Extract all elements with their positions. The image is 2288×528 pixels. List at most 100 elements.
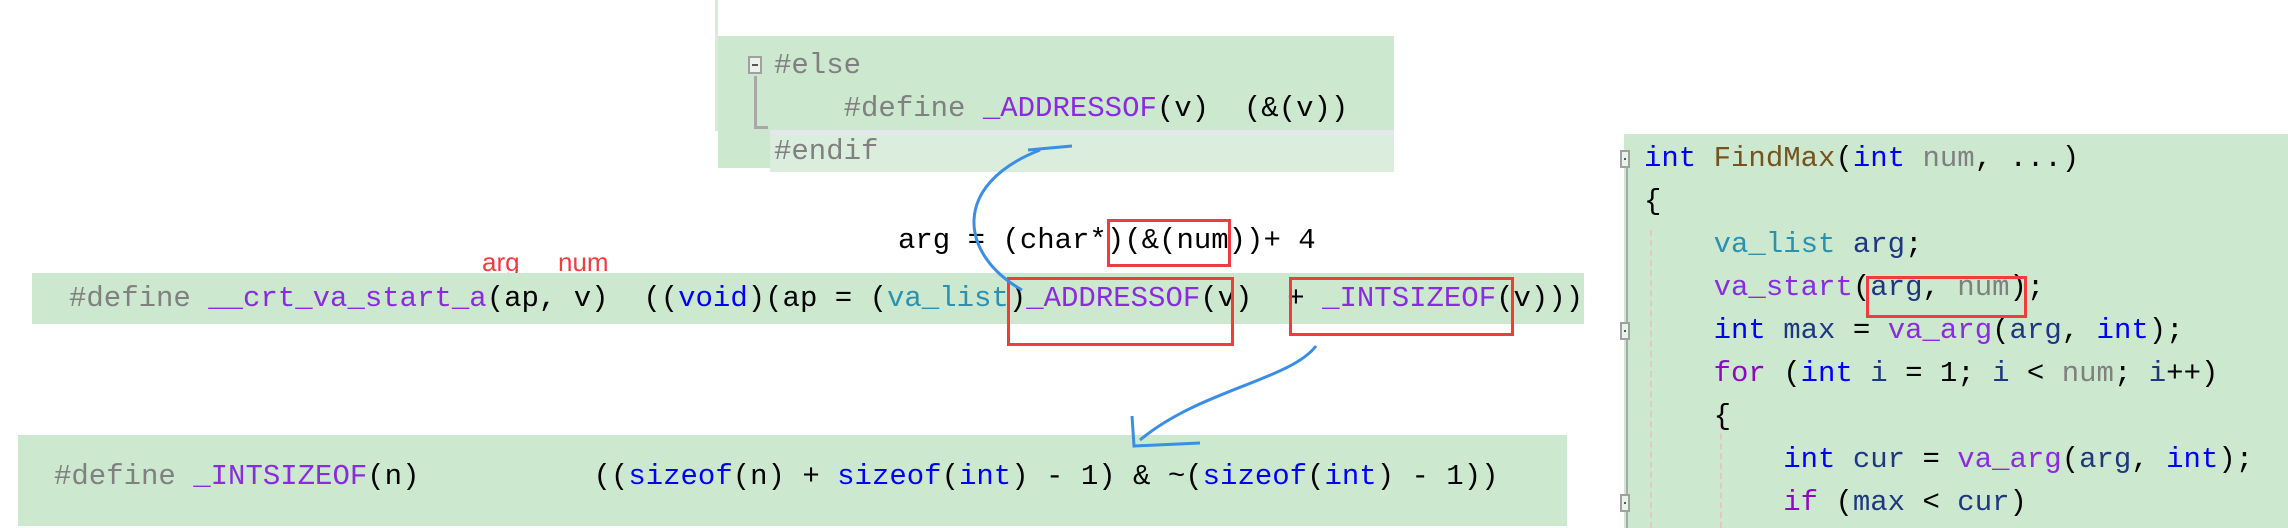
- addressof-result-box: [1107, 219, 1231, 267]
- code-token-var: i: [2148, 357, 2167, 390]
- code-token-kw: int: [1852, 142, 1906, 175]
- code-token-kw: int: [2096, 314, 2149, 347]
- code-line: int cur = va_arg(arg, int);: [1644, 438, 2253, 481]
- code-token-kw: sizeof: [628, 460, 733, 493]
- code-token-plain: ,: [2061, 314, 2097, 347]
- code-token-var: i: [1992, 357, 2010, 390]
- code-token-plain: <: [2009, 357, 2062, 390]
- code-token-plain: {: [1644, 185, 1662, 218]
- code-token-plain: (: [2061, 443, 2080, 476]
- code-token-plain: ) - 1) & ~(: [1011, 460, 1203, 493]
- code-token-plain: ;: [2113, 357, 2149, 390]
- code-token-kw: int: [1783, 443, 1836, 476]
- code-token-var: arg: [2079, 443, 2132, 476]
- code-token-plain: );: [2148, 314, 2184, 347]
- code-token-kw: void: [678, 282, 748, 315]
- code-line: #endif: [774, 130, 878, 173]
- code-line: {: [1644, 395, 1731, 438]
- code-token-macro: va_start: [1713, 271, 1853, 304]
- code-token-func: FindMax: [1713, 142, 1836, 175]
- code-line: {: [1644, 180, 1661, 223]
- fold-toggle-icon[interactable]: [1620, 322, 1630, 340]
- code-token-ctrl: if: [1783, 486, 1819, 519]
- fold-toggle-icon[interactable]: [1620, 494, 1630, 512]
- code-token-plain: ) - 1)): [1376, 460, 1499, 493]
- fold-guide: [1626, 158, 1628, 528]
- code-line: for (int i = 1; i < num; i++): [1644, 352, 2219, 395]
- code-line: #define _ADDRESSOF(v) (&(v)): [774, 87, 1349, 130]
- code-line: #define _INTSIZEOF(n) ((sizeof(n) + size…: [54, 455, 1499, 498]
- code-line: if (max < cur): [1644, 481, 2027, 524]
- code-line: #else: [774, 44, 861, 87]
- code-token-plain: (: [1992, 314, 2010, 347]
- arrow-to-intsizeof-definition: [1139, 345, 1318, 442]
- findmax-snippet-panel: int FindMax(int num, ...){ va_list arg; …: [1620, 134, 2288, 528]
- code-token-plain: (: [941, 460, 959, 493]
- code-token-pre: #define: [54, 460, 194, 493]
- code-token-kw: sizeof: [1202, 460, 1308, 493]
- code-token-var: max: [1852, 486, 1906, 519]
- code-token-plain: (ap, v) ((: [486, 282, 679, 315]
- top-snippet-panel: #else #define _ADDRESSOF(v) (&(v)) #endif: [718, 36, 1394, 172]
- code-token-pre: #else: [774, 49, 862, 82]
- code-token-param: num: [2061, 357, 2114, 390]
- code-token-plain: (: [1818, 486, 1853, 519]
- code-token-plain: = 1;: [1887, 357, 1993, 390]
- code-token-plain: ,: [2131, 443, 2167, 476]
- code-token-pre: #define: [69, 282, 209, 315]
- code-token-type: va_list: [886, 282, 1009, 315]
- code-token-var: max: [1783, 314, 1836, 347]
- code-token-plain: );: [2218, 443, 2254, 476]
- va-start-args-box: [1866, 276, 2027, 318]
- code-token-kw: sizeof: [837, 460, 942, 493]
- code-token-macro: va_arg: [1957, 443, 2062, 476]
- fold-guide: [754, 76, 757, 128]
- code-token-plain: ++): [2166, 357, 2219, 390]
- code-token-kw: int: [1713, 314, 1766, 347]
- code-token-var: cur: [1852, 443, 1906, 476]
- code-token-kw: int: [1644, 142, 1697, 175]
- fold-guide-end: [754, 126, 768, 129]
- fold-toggle-icon[interactable]: [748, 56, 762, 74]
- code-token-macro: __crt_va_start_a: [208, 282, 487, 315]
- code-token-var: arg: [2009, 314, 2062, 347]
- code-token-kw: int: [958, 460, 1012, 493]
- code-token-pre: #define: [774, 92, 983, 125]
- code-token-macro: va_arg: [1887, 314, 1993, 347]
- code-token-plain: )(ap = (: [747, 282, 887, 315]
- code-token-macro: _ADDRESSOF: [982, 92, 1157, 125]
- code-token-plain: <: [1905, 486, 1958, 519]
- code-token-plain: =: [1905, 443, 1958, 476]
- code-token-var: i: [1870, 357, 1888, 390]
- addressof-box: [1007, 277, 1234, 346]
- code-token-kw: int: [1324, 460, 1377, 493]
- code-line: int FindMax(int num, ...): [1644, 137, 2079, 180]
- intsizeof-snippet-panel: #define _INTSIZEOF(n) ((sizeof(n) + size…: [18, 435, 1567, 526]
- code-line: va_list arg;: [1644, 223, 1923, 266]
- code-token-macro: _INTSIZEOF: [193, 460, 368, 493]
- code-token-plain: (: [1835, 142, 1853, 175]
- code-token-kw: int: [1800, 357, 1853, 390]
- code-token-plain: (v) (&(v)): [1156, 92, 1349, 125]
- code-token-pre: #endif: [774, 135, 879, 168]
- code-token-plain: (: [1307, 460, 1325, 493]
- code-token-plain: ;: [1905, 228, 1923, 261]
- intsizeof-box: [1289, 277, 1514, 336]
- code-token-plain: (: [1765, 357, 1801, 390]
- code-token-plain: , ...): [1974, 142, 2080, 175]
- code-token-plain: =: [1835, 314, 1888, 347]
- code-token-plain: (n) +: [732, 460, 838, 493]
- code-token-plain: {: [1644, 400, 1732, 433]
- code-token-type: va_list: [1713, 228, 1836, 261]
- fold-toggle-icon[interactable]: [1620, 150, 1630, 168]
- code-token-plain: ): [2009, 486, 2027, 519]
